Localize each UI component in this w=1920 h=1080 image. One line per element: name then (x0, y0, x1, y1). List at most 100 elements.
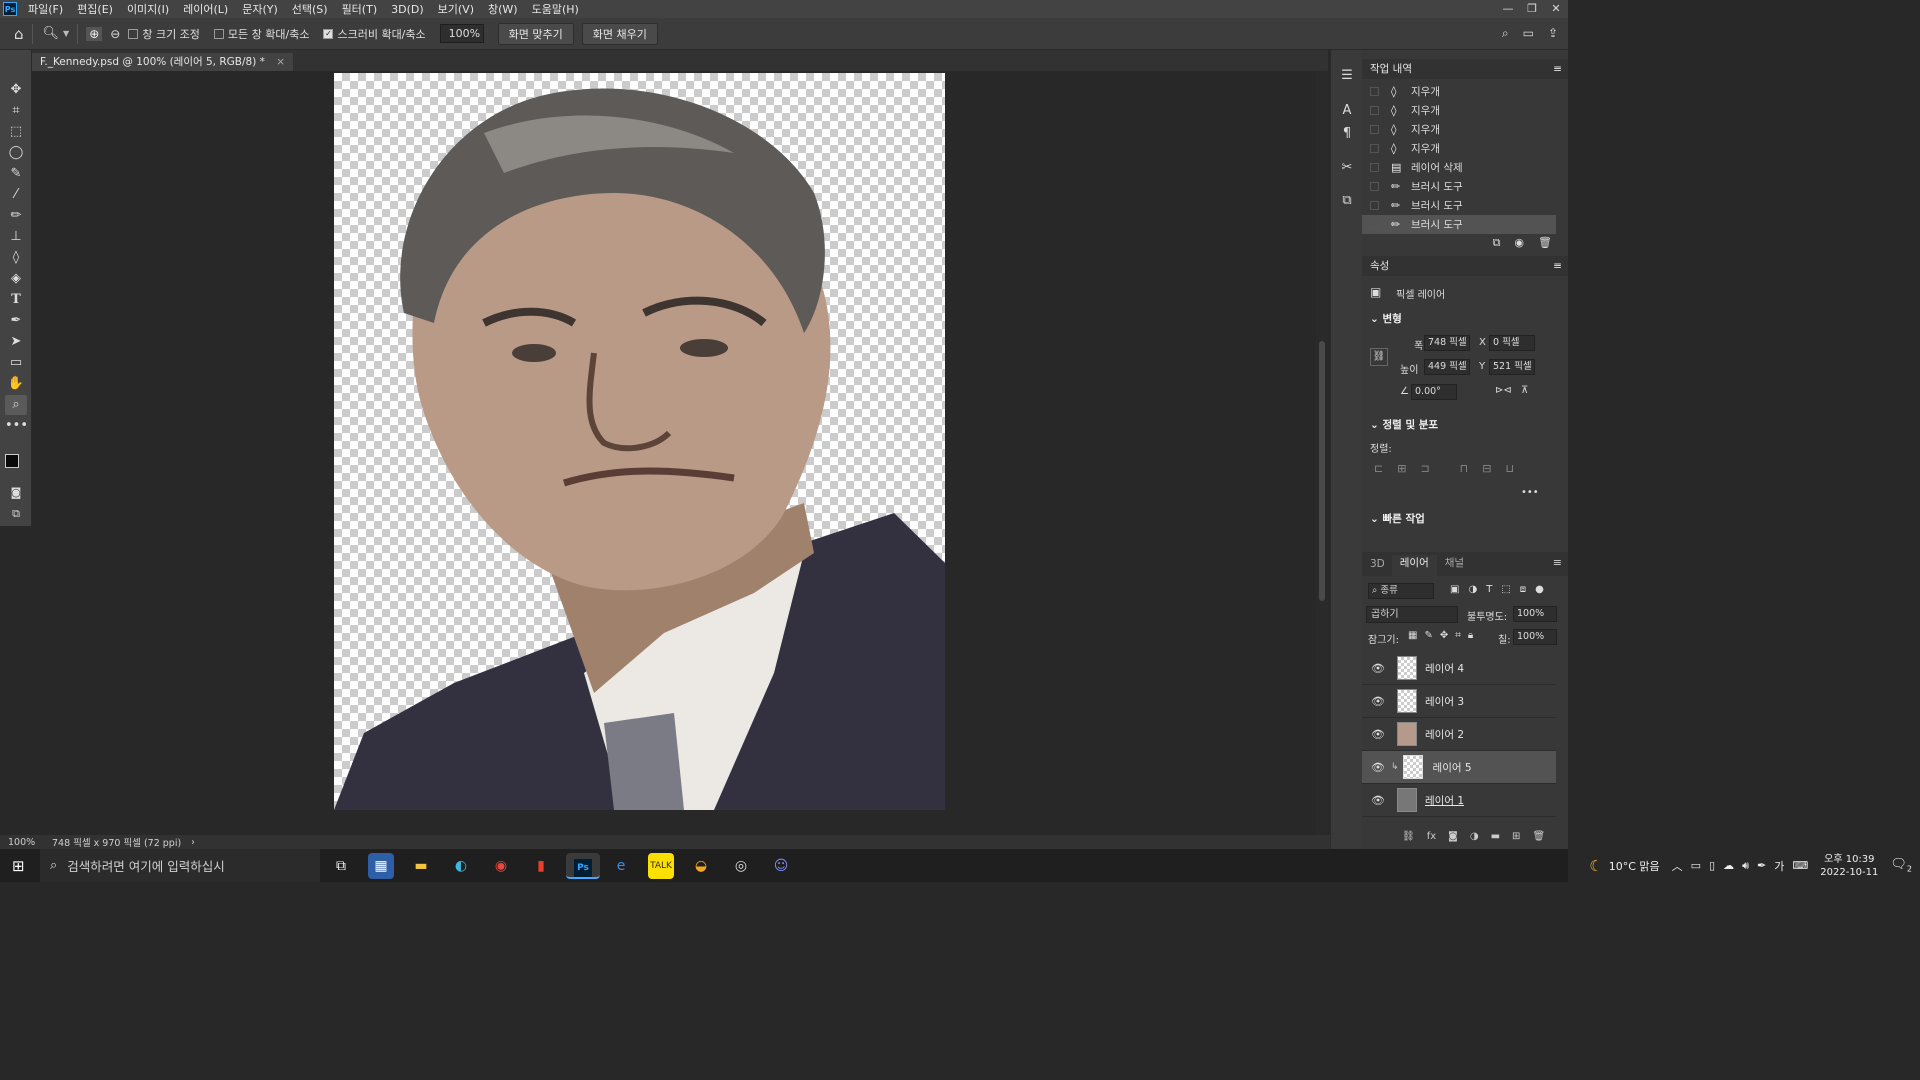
kakaotalk-icon[interactable]: TALK (648, 853, 674, 879)
lock-all-icon[interactable]: 🔒︎ (1468, 630, 1473, 641)
clone-source-icon[interactable]: ⧉ (1339, 193, 1355, 209)
vpn-icon[interactable]: ◒ (688, 853, 714, 879)
align-section-header[interactable]: ⌄ 정렬 및 분포 (1370, 417, 1438, 432)
menu-view[interactable]: 보기(V) (431, 1, 481, 17)
zoom-value-field[interactable]: 100% (439, 24, 484, 43)
zoom-out-icon[interactable]: ⊖ (110, 27, 120, 41)
lasso-tool-icon[interactable]: ◯ (5, 143, 27, 163)
paint-bucket-icon[interactable]: ◈ (5, 269, 27, 289)
flip-vertical-icon[interactable]: ⊼ (1521, 385, 1528, 396)
history-snapshot-checkbox[interactable] (1370, 87, 1379, 96)
move-tool-icon[interactable]: ✥ (5, 80, 27, 100)
trash-icon[interactable]: 🗑︎ (1538, 236, 1552, 250)
photoshop-taskbar-icon[interactable]: Ps (566, 853, 600, 879)
calculator-icon[interactable]: ▦ (368, 853, 394, 879)
history-item[interactable]: ✏ 브러시 도구 (1362, 177, 1556, 196)
lock-transparency-icon[interactable]: ▦ (1408, 630, 1417, 641)
rectangle-tool-icon[interactable]: ▭ (5, 353, 27, 373)
x-field[interactable]: 0 픽셀 (1489, 335, 1535, 351)
fill-field[interactable]: 100% (1513, 629, 1557, 645)
quick-actions-header[interactable]: ⌄ 빠른 작업 (1370, 511, 1425, 526)
share-icon[interactable]: ⇪ (1548, 26, 1558, 41)
menu-filter[interactable]: 필터(T) (335, 1, 385, 17)
menu-help[interactable]: 도움말(H) (525, 1, 586, 17)
history-snapshot-checkbox[interactable] (1370, 201, 1379, 210)
layer-name[interactable]: 레이어 3 (1425, 694, 1464, 709)
menu-3d[interactable]: 3D(D) (384, 3, 431, 16)
align-center-h-icon[interactable]: ⊞ (1397, 462, 1406, 475)
menu-image[interactable]: 이미지(I) (120, 1, 176, 17)
internet-explorer-icon[interactable]: e (608, 853, 634, 879)
eraser-tool-icon[interactable]: ◊ (5, 248, 27, 268)
filter-adjustment-icon[interactable]: ◑ (1468, 584, 1477, 595)
network-icon[interactable]: ▭ (1691, 859, 1701, 872)
marquee-tool-icon[interactable]: ⬚ (5, 122, 27, 142)
fill-screen-button[interactable]: 화면 채우기 (581, 22, 658, 45)
lock-position-icon[interactable]: ✥ (1440, 630, 1448, 641)
layer-name[interactable]: 레이어 4 (1425, 661, 1464, 676)
close-icon[interactable]: ✕ (1544, 0, 1568, 18)
layer-name[interactable]: 레이어 2 (1425, 727, 1464, 742)
history-snapshot-checkbox[interactable] (1370, 125, 1379, 134)
zoom-all-option[interactable]: 모든 창 확대/축소 (213, 26, 309, 42)
office-icon[interactable]: ▮ (528, 853, 554, 879)
layer-row[interactable]: 👁︎ 레이어 2 (1362, 718, 1556, 751)
menu-edit[interactable]: 편집(E) (70, 1, 120, 17)
character-panel-icon[interactable]: A (1339, 103, 1355, 119)
link-icon[interactable]: ⛓ (1370, 348, 1388, 366)
layer-row-selected[interactable]: 👁︎ ↳ 레이어 5 (1362, 751, 1556, 784)
eye-icon[interactable]: 👁︎ (1371, 761, 1385, 774)
align-left-icon[interactable]: ⊏ (1374, 462, 1383, 475)
panel-menu-icon[interactable]: ≡ (1553, 556, 1562, 569)
opacity-field[interactable]: 100% (1513, 606, 1557, 622)
resize-windows-checkbox[interactable] (128, 28, 139, 39)
more-tools-icon[interactable]: ••• (5, 416, 28, 436)
filter-pixel-icon[interactable]: ▣ (1450, 584, 1459, 595)
y-field[interactable]: 521 픽셀 (1489, 359, 1535, 375)
onedrive-icon[interactable]: ☁ (1723, 859, 1734, 872)
tab-3d[interactable]: 3D (1362, 558, 1392, 576)
task-view-icon[interactable]: ⧉ (328, 853, 354, 879)
keyboard-icon[interactable]: ⌨ (1792, 859, 1808, 872)
history-item[interactable]: ◊ 지우개 (1362, 139, 1556, 158)
camera-icon[interactable]: ◉ (1514, 236, 1524, 250)
filter-type-icon[interactable]: T (1486, 584, 1492, 595)
status-zoom[interactable]: 100% (8, 837, 44, 848)
layer-row[interactable]: 👁︎ 레이어 3 (1362, 685, 1556, 718)
tab-channels[interactable]: 채널 (1437, 555, 1472, 576)
vertical-scrollbar[interactable] (1316, 71, 1328, 835)
hand-tool-icon[interactable]: ✋ (5, 374, 27, 394)
tab-layers[interactable]: 레이어 (1391, 555, 1437, 576)
eye-icon[interactable]: 👁︎ (1371, 662, 1385, 675)
notification-icon[interactable]: 🗨︎2 (1890, 857, 1912, 874)
resize-windows-option[interactable]: 창 크기 조정 (128, 26, 200, 42)
layer-row[interactable]: 👁︎ 레이어 1 (1362, 784, 1556, 817)
layer-filter-select[interactable]: ⌕ 종류 (1368, 583, 1434, 599)
menu-file[interactable]: 파일(F) (21, 1, 70, 17)
lock-pixels-icon[interactable]: ✎ (1424, 630, 1432, 641)
search-icon[interactable]: ⌕ (1502, 26, 1509, 41)
foreground-color-swatch[interactable] (5, 454, 19, 468)
filter-toggle-icon[interactable]: ● (1535, 584, 1544, 595)
history-panel-icon[interactable]: ☰ (1339, 68, 1355, 84)
menu-select[interactable]: 선택(S) (285, 1, 335, 17)
discord-icon[interactable]: ☺ (768, 853, 794, 879)
brush-tool-icon[interactable]: ✏ (5, 206, 27, 226)
menu-layer[interactable]: 레이어(L) (176, 1, 235, 17)
layer-name[interactable]: 레이어 5 (1433, 760, 1472, 775)
pen-icon[interactable]: ✒ (1757, 859, 1766, 872)
history-item[interactable]: ◊ 지우개 (1362, 82, 1556, 101)
scrubby-zoom-checkbox[interactable]: ✓ (323, 28, 334, 39)
chevron-down-icon[interactable]: ▼ (63, 29, 69, 38)
minimize-icon[interactable]: — (1496, 0, 1520, 18)
stamp-tool-icon[interactable]: ⊥ (5, 227, 27, 247)
taskbar-search[interactable]: ⌕ 검색하려면 여기에 입력하십시 (40, 849, 320, 882)
new-document-from-state-icon[interactable]: ⧉ (1493, 236, 1501, 250)
restore-icon[interactable]: ❐ (1520, 0, 1544, 18)
path-select-icon[interactable]: ➤ (5, 332, 27, 352)
quick-select-icon[interactable]: ✎ (5, 164, 27, 184)
type-tool-icon[interactable]: T (5, 290, 27, 310)
close-tab-icon[interactable]: × (276, 56, 285, 68)
status-menu-arrow-icon[interactable]: › (191, 837, 195, 848)
vertical-scroll-thumb[interactable] (1319, 341, 1325, 601)
